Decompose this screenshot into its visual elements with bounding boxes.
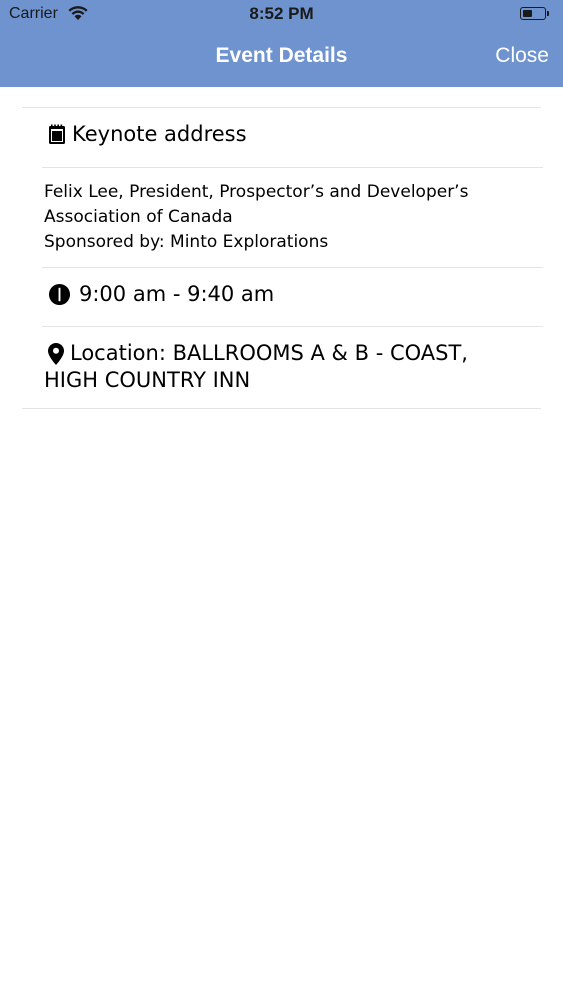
close-button[interactable]: Close — [495, 44, 549, 68]
divider — [42, 267, 543, 268]
navigation-bar: Carrier 8:52 PM Event Details Close — [0, 0, 563, 87]
description-line: Sponsored by: Minto Explorations — [44, 232, 329, 252]
clock-icon — [48, 283, 71, 305]
battery-tip — [547, 11, 549, 16]
event-title-row: Keynote address — [48, 122, 528, 146]
event-description: Felix Lee, President, Prospector’s and D… — [44, 180, 524, 255]
description-line: Association of Canada — [44, 207, 233, 227]
location-line: HIGH COUNTRY INN — [44, 367, 524, 394]
status-time: 8:52 PM — [249, 4, 314, 23]
divider — [42, 326, 543, 327]
event-time-row: 9:00 am - 9:40 am — [48, 282, 528, 306]
map-pin-icon — [48, 342, 64, 365]
event-title: Keynote address — [72, 122, 247, 146]
battery-icon — [520, 7, 546, 20]
status-bar: Carrier 8:52 PM — [0, 0, 563, 30]
event-time: 9:00 am - 9:40 am — [79, 282, 275, 306]
page-title: Event Details — [215, 44, 348, 67]
battery-level — [522, 9, 532, 17]
location-text: Location: BALLROOMS A & B - COAST, — [70, 341, 468, 365]
divider — [42, 167, 543, 168]
description-line: Felix Lee, President, Prospector’s and D… — [44, 182, 469, 202]
divider — [22, 107, 541, 108]
divider — [22, 408, 541, 409]
notepad-icon — [49, 124, 65, 144]
event-location: Location: BALLROOMS A & B - COAST, HIGH … — [44, 340, 524, 394]
location-text: HIGH COUNTRY INN — [44, 368, 251, 392]
location-line: Location: BALLROOMS A & B - COAST, — [44, 340, 524, 367]
